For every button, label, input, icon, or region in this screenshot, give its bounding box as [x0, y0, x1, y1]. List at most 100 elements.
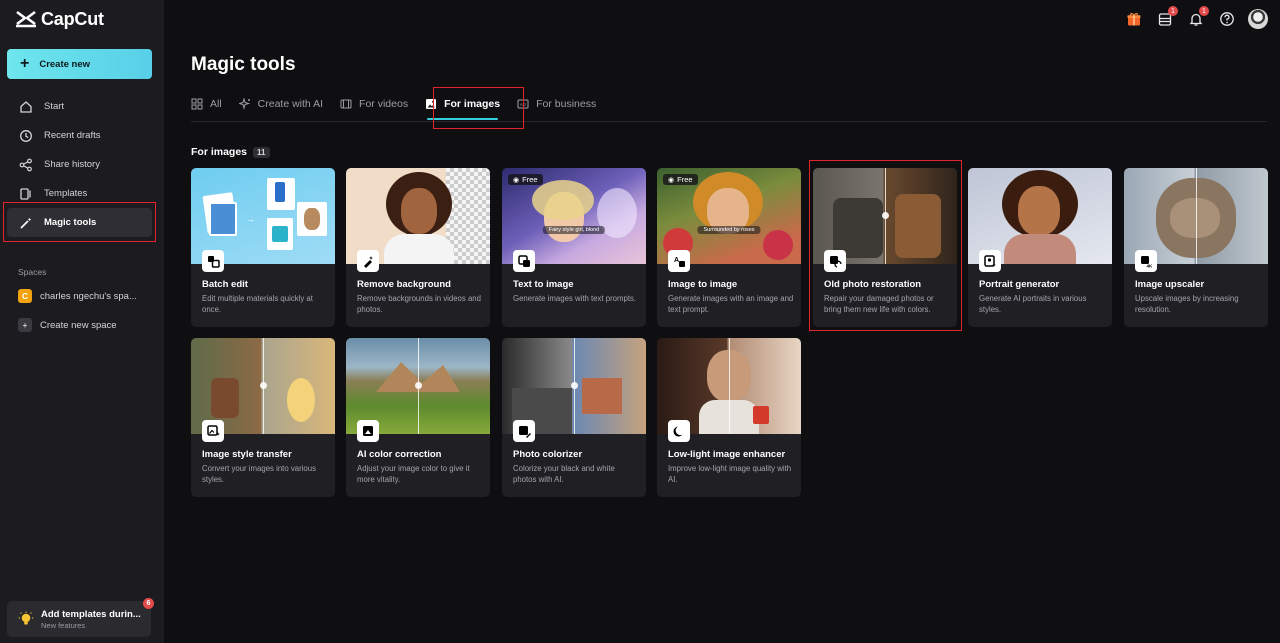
top-toolbar: 1 1 — [1124, 6, 1268, 29]
card-description: Generate images with text prompts. — [513, 294, 637, 303]
sidebar: CapCut + Create new Start Recent drafts … — [0, 0, 164, 643]
svg-text:A: A — [674, 257, 679, 264]
inbox-button[interactable]: 1 — [1155, 6, 1178, 29]
tool-card-old-photo-restoration[interactable]: Old photo restoration Repair your damage… — [813, 168, 957, 327]
tab-label: For videos — [359, 98, 409, 110]
sidebar-item-label: Magic tools — [44, 217, 97, 228]
card-description: Edit multiple materials quickly at once. — [202, 294, 313, 314]
templates-icon — [20, 187, 31, 200]
create-new-space-button[interactable]: + Create new space — [18, 317, 117, 333]
card-description: Repair your damaged photos or bring them… — [824, 294, 934, 314]
sidebar-item-label: Templates — [44, 188, 88, 199]
promo-subtitle: New features — [41, 620, 86, 630]
tool-card-image-to-image[interactable]: ◉ Free Surrounded by roses A Image to ima… — [657, 168, 801, 327]
magic-wand-icon — [20, 217, 32, 229]
free-tag: ◉ Free — [508, 174, 543, 185]
card-description: Remove backgrounds in videos and photos. — [357, 294, 481, 314]
sidebar-item-recent-drafts[interactable]: Recent drafts — [7, 121, 152, 150]
tool-card-ai-color-correction[interactable]: AI color correction Adjust your image co… — [346, 338, 490, 497]
card-description: Generate AI portraits in various styles. — [979, 294, 1087, 314]
active-tab-underline — [427, 118, 499, 120]
card-title: Remove background — [357, 279, 451, 290]
help-button[interactable] — [1217, 9, 1237, 29]
sidebar-item-templates[interactable]: Templates — [7, 179, 152, 208]
notifications-button[interactable]: 1 — [1186, 6, 1209, 29]
space-label: Create new space — [40, 319, 117, 331]
capcut-logo[interactable]: CapCut — [15, 8, 104, 30]
portrait-icon — [979, 250, 1001, 272]
style-icon — [202, 420, 224, 442]
image-to-image-icon: A — [668, 250, 690, 272]
user-avatar[interactable] — [1248, 9, 1268, 29]
home-icon — [20, 100, 32, 113]
svg-text:AD: AD — [520, 102, 527, 107]
sidebar-item-magic-tools[interactable]: Magic tools — [7, 208, 152, 237]
plus-icon: + — [18, 318, 32, 332]
sparkle-icon — [238, 98, 250, 110]
create-new-label: Create new — [39, 58, 91, 70]
sidebar-item-start[interactable]: Start — [7, 92, 152, 121]
sidebar-item-label: Start — [44, 101, 65, 112]
section-title: For images — [191, 146, 248, 158]
tab-for-business[interactable]: AD For business — [517, 92, 596, 116]
card-description: Upscale images by increasing resolution. — [1135, 294, 1239, 314]
promo-card[interactable]: Add templates durin... New features — [7, 601, 151, 637]
promo-title: Add templates durin... — [41, 608, 141, 620]
tool-card-remove-background[interactable]: Remove background Remove backgrounds in … — [346, 168, 490, 327]
card-description: Improve low-light image quality with AI. — [668, 464, 792, 484]
section-count-badge: 11 — [253, 146, 270, 158]
svg-text:4K: 4K — [1146, 263, 1153, 268]
card-description: Convert your images into various styles. — [202, 464, 316, 484]
section-heading: For images 11 — [191, 146, 270, 158]
tool-card-text-to-image[interactable]: ◉ Free Fairy style girl, blond Text to im… — [502, 168, 646, 327]
card-title: Image style transfer — [202, 449, 292, 460]
tool-card-image-upscaler[interactable]: 4K Image upscaler Upscale images by incr… — [1124, 168, 1268, 327]
tab-label: Create with AI — [257, 98, 324, 110]
page-title: Magic tools — [191, 54, 296, 75]
tool-card-batch-edit[interactable]: → Batch edit Edit multiple materials qui… — [191, 168, 335, 327]
spaces-heading: Spaces — [18, 267, 47, 277]
space-item-charles[interactable]: C charles ngechu's spa... — [18, 288, 137, 304]
sidebar-item-share-history[interactable]: Share history — [7, 150, 152, 179]
gift-icon — [1127, 12, 1141, 26]
card-title: Text to image — [513, 279, 574, 290]
help-icon — [1220, 12, 1234, 26]
color-correct-icon — [357, 420, 379, 442]
restore-icon — [824, 250, 846, 272]
inbox-badge: 1 — [1168, 6, 1178, 16]
card-description: Generate images with an image and text p… — [668, 294, 794, 314]
card-title: Portrait generator — [979, 279, 1060, 290]
thumbnail-caption: Surrounded by roses — [697, 226, 761, 234]
tab-label: For business — [536, 98, 597, 110]
tab-for-videos[interactable]: For videos — [340, 92, 408, 116]
create-new-button[interactable]: + Create new — [7, 49, 152, 79]
card-title: Image upscaler — [1135, 279, 1205, 290]
image-icon — [426, 99, 437, 109]
category-tabs: All Create with AI For videos For images… — [191, 92, 1267, 122]
tool-card-image-style-transfer[interactable]: Image style transfer Convert your images… — [191, 338, 335, 497]
plus-icon: + — [20, 55, 30, 72]
tool-card-portrait-generator[interactable]: Portrait generator Generate AI portraits… — [968, 168, 1112, 327]
thumbnail-caption: Fairy style girl, blond — [542, 226, 606, 234]
ad-icon: AD — [517, 99, 529, 109]
card-description: Adjust your image color to give it more … — [357, 464, 470, 484]
gift-button[interactable] — [1124, 9, 1144, 29]
tab-for-images[interactable]: For images — [425, 92, 501, 120]
tab-label: For images — [444, 98, 501, 110]
tab-create-with-ai[interactable]: Create with AI — [238, 92, 324, 116]
app-window: CapCut + Create new Start Recent drafts … — [0, 0, 1280, 643]
card-title: Photo colorizer — [513, 449, 583, 460]
eraser-icon — [357, 250, 379, 272]
tab-all[interactable]: All — [191, 92, 222, 116]
card-title: Low-light image enhancer — [668, 449, 786, 460]
free-tag: ◉ Free — [663, 174, 698, 185]
sidebar-nav: Start Recent drafts Share history Templa… — [7, 92, 152, 237]
lightbulb-icon — [18, 611, 34, 625]
sidebar-item-label: Share history — [44, 159, 100, 170]
tool-card-low-light-image-enhancer[interactable]: Low-light image enhancer Improve low-lig… — [657, 338, 801, 497]
tool-card-photo-colorizer[interactable]: Photo colorizer Colorize your black and … — [502, 338, 646, 497]
promo-badge: 6 — [143, 598, 154, 609]
app-name: CapCut — [41, 8, 104, 29]
text-image-icon — [513, 250, 535, 272]
card-description: Colorize your black and white photos wit… — [513, 464, 615, 484]
